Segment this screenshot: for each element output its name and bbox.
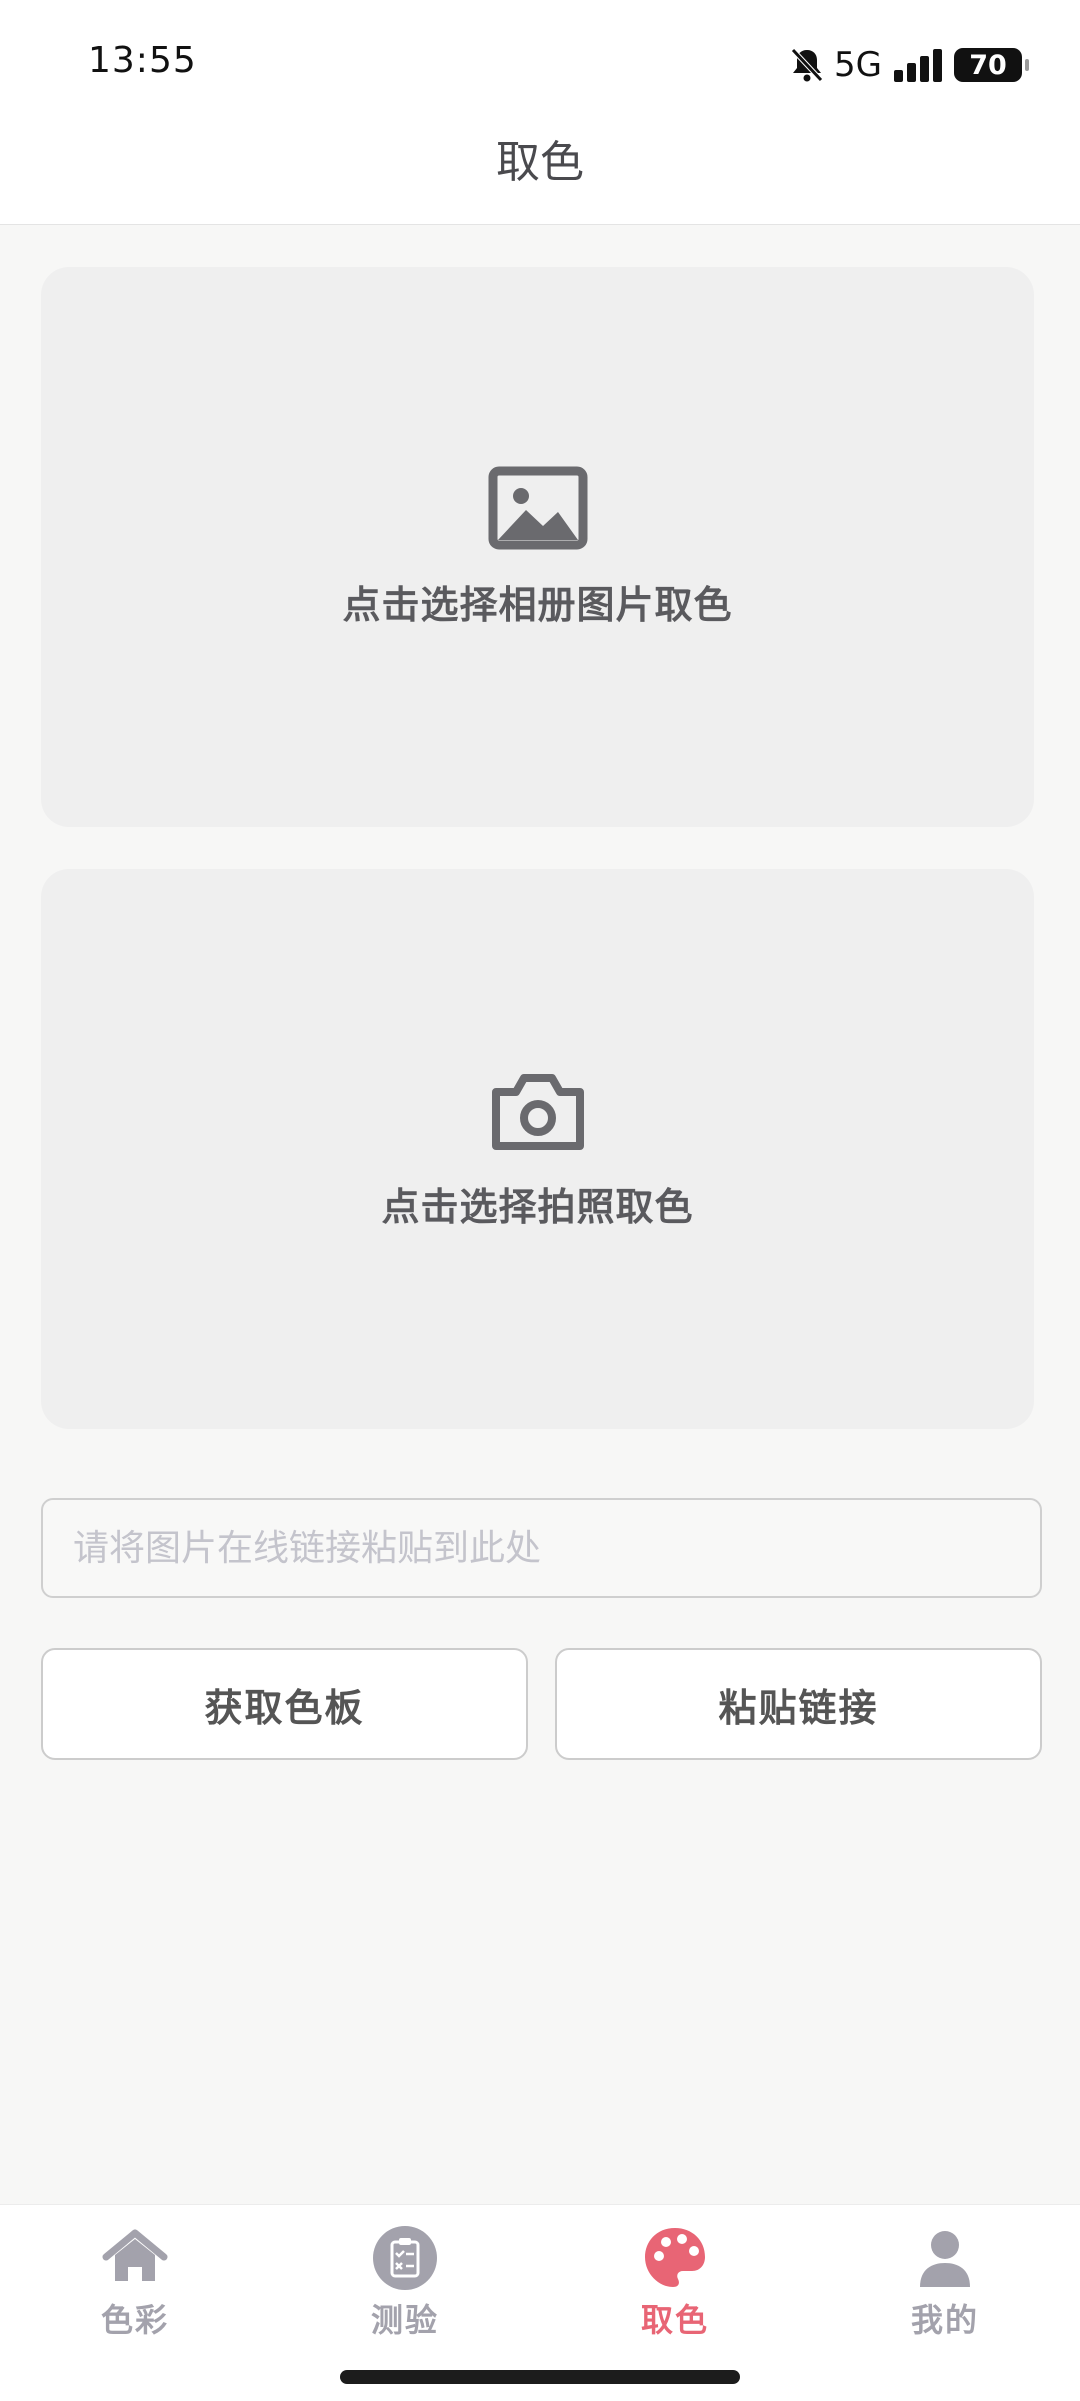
bell-muted-icon: [791, 48, 823, 82]
tab-me[interactable]: 我的: [845, 2225, 1045, 2345]
status-bar: 13:55 5G 70: [0, 0, 1080, 130]
get-palette-button[interactable]: 获取色板: [41, 1648, 528, 1760]
image-url-input[interactable]: [41, 1498, 1042, 1598]
tab-colors[interactable]: 色彩: [35, 2225, 235, 2345]
camera-icon: [491, 1073, 584, 1150]
page-title: 取色: [496, 137, 584, 188]
status-time: 13:55: [88, 40, 197, 81]
battery-indicator: 70: [954, 48, 1029, 82]
tab-me-label: 我的: [910, 2301, 979, 2339]
paste-link-button[interactable]: 粘贴链接: [555, 1648, 1042, 1760]
palette-icon: [645, 2228, 705, 2287]
album-pick-label: 点击选择相册图片取色: [342, 582, 733, 627]
tab-colors-label: 色彩: [100, 2301, 169, 2339]
home-indicator: [340, 2370, 740, 2384]
status-icons: 5G 70: [790, 40, 1029, 90]
tab-quiz-label: 测验: [370, 2301, 439, 2339]
page-header: 取色: [0, 130, 1080, 225]
album-pick-card[interactable]: 点击选择相册图片取色: [41, 267, 1034, 827]
network-type: 5G: [834, 45, 882, 85]
tab-pick-color-label: 取色: [640, 2301, 709, 2339]
quiz-icon: [373, 2226, 437, 2290]
home-icon: [102, 2229, 168, 2281]
camera-pick-card[interactable]: 点击选择拍照取色: [41, 869, 1034, 1429]
tab-quiz[interactable]: 测验: [305, 2225, 505, 2345]
user-icon: [920, 2231, 970, 2287]
signal-icon: [894, 49, 942, 82]
image-icon: [488, 466, 587, 549]
tab-pick-color[interactable]: 取色: [575, 2225, 775, 2345]
camera-pick-label: 点击选择拍照取色: [381, 1184, 694, 1229]
